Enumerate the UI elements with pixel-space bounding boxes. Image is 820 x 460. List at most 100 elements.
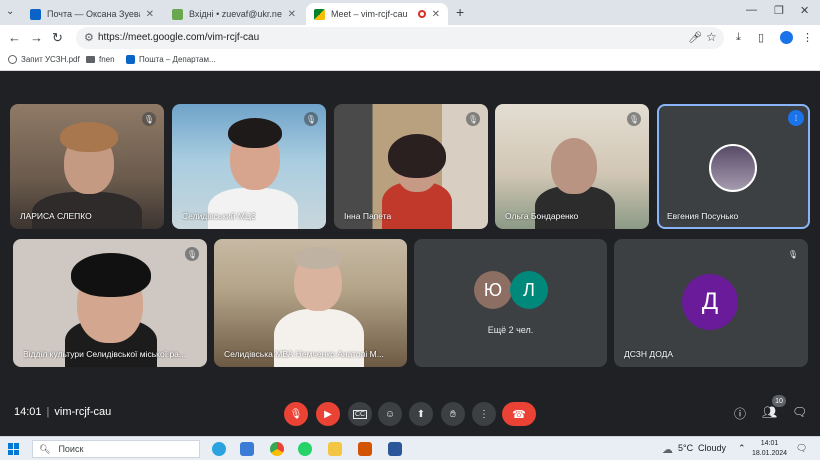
maximize-icon[interactable]: ❐ — [774, 4, 784, 17]
meeting-time: 14:01 — [14, 406, 42, 418]
back-icon[interactable]: ← — [8, 30, 21, 45]
tab-search-icon[interactable]: ⌄ — [6, 6, 14, 17]
word-icon[interactable] — [388, 442, 402, 456]
more-participants-label: Ещё 2 чел. — [487, 325, 534, 335]
mic-off-icon: 🎙︎ — [185, 247, 199, 261]
microphone-icon[interactable]: 🎤︎ — [688, 31, 702, 44]
participant-tile[interactable]: 🎙︎ Ольга Бондаренко — [495, 104, 649, 229]
menu-icon[interactable]: ⋮ — [802, 31, 813, 44]
mic-off-icon: 🎙︎ — [142, 112, 156, 126]
more-options-button[interactable]: ⋮ — [472, 402, 496, 426]
chrome-icon[interactable] — [270, 442, 284, 456]
search-placeholder: Поиск — [58, 444, 84, 454]
mic-off-icon: 🎙︎ — [466, 112, 480, 126]
more-options-icon: ⋮ — [479, 408, 489, 420]
side-panel-icon[interactable]: ▯ — [758, 31, 764, 44]
folder-icon — [86, 56, 95, 63]
globe-icon — [8, 55, 17, 64]
participant-tile-speaking[interactable]: ⁞ Евгения Посунько — [657, 104, 810, 229]
system-clock[interactable]: 14:01 18.01.2024 — [752, 439, 787, 459]
raise-hand-icon: ✋︎ — [450, 408, 456, 420]
tab-ukrnet[interactable]: Вхідні • zuevaf@ukr.net ✕ — [164, 3, 304, 25]
participant-tile[interactable]: Селидівська МВА Немченко Анатолі М... — [214, 239, 407, 367]
participant-video — [294, 247, 342, 269]
hangup-button[interactable]: ☎ — [502, 402, 536, 426]
mic-off-icon: 🎙︎ — [289, 408, 303, 420]
chat-icon[interactable]: 🗨︎ — [792, 405, 807, 419]
bookmark-folder[interactable]: fnen — [86, 55, 115, 64]
participant-name: Відділ культури Селидівської міської ра.… — [23, 349, 186, 359]
tab-strip: ⌄ Почта — Оксана Зуева — Outl ✕ Вхідні •… — [0, 0, 820, 25]
participant-video — [60, 122, 118, 152]
download-icon[interactable]: ⤓ — [736, 31, 741, 44]
mic-off-button[interactable]: 🎙︎ — [284, 402, 308, 426]
close-tab-icon[interactable]: ✕ — [432, 9, 440, 20]
meeting-info-icon[interactable]: ⓘ — [734, 405, 746, 422]
more-participants-tile[interactable]: Ю Л Ещё 2 чел. — [414, 239, 607, 367]
meeting-code: vim-rcjf-cau — [54, 406, 112, 418]
weather-desc: Cloudy — [698, 443, 727, 453]
taskbar-search[interactable]: 🔍︎ Поиск — [32, 440, 200, 458]
clock-time: 14:01 — [760, 440, 779, 447]
url-text: https://meet.google.com/vim-rcjf-cau — [98, 32, 260, 43]
reload-icon[interactable]: ↻ — [52, 30, 63, 46]
participant-tile[interactable]: 🎙︎ Селидівський МЦЗ — [172, 104, 326, 229]
outlook-icon — [126, 55, 135, 64]
participant-name: Селидівська МВА Немченко Анатолі М... — [224, 349, 384, 359]
bookmark-label: fnen — [99, 55, 115, 64]
participant-avatar: Ю — [474, 271, 512, 309]
meet-icon — [314, 8, 325, 20]
profile-avatar[interactable] — [780, 31, 793, 44]
participant-tile[interactable]: 🎙︎ Інна Папета — [334, 104, 488, 229]
camera-off-icon: ▶ — [324, 408, 332, 420]
present-icon: ⬆ — [416, 408, 426, 420]
forward-icon[interactable]: → — [30, 30, 43, 45]
captions-button[interactable]: CC — [348, 402, 372, 426]
notifications-icon[interactable]: 🗨︎ — [796, 443, 807, 454]
bookmark-item[interactable]: Пошта – Департам... — [126, 55, 216, 64]
app-icon[interactable] — [358, 442, 372, 456]
weather-temp: 5°C — [678, 443, 694, 453]
participant-name: Інна Папета — [344, 211, 392, 221]
telegram-icon[interactable] — [212, 442, 226, 456]
raise-hand-button[interactable]: ✋︎ — [441, 402, 465, 426]
site-info-icon[interactable]: ⚙ — [84, 31, 94, 44]
windows-taskbar: 🔍︎ Поиск ☁ 5°C Cloudy ⌃ 14:01 18.01.2024… — [0, 436, 820, 460]
outlook-icon — [30, 8, 41, 20]
tab-outlook[interactable]: Почта — Оксана Зуева — Outl ✕ — [22, 3, 162, 25]
ukrnet-icon — [172, 8, 183, 20]
tray-overflow-icon[interactable]: ⌃ — [738, 443, 746, 454]
participant-avatar: Л — [510, 271, 548, 309]
whatsapp-icon[interactable] — [298, 442, 312, 456]
participant-name: Селидівський МЦЗ — [182, 211, 257, 221]
participant-video — [388, 134, 446, 178]
task-view-icon[interactable] — [240, 442, 254, 456]
meet-control-bar: 14:01 | vim-rcjf-cau 🎙︎ ▶ CC ☺ ⬆ ✋︎ ⋮ ☎ ⓘ … — [0, 394, 820, 436]
people-icon[interactable]: 👥︎ — [762, 405, 777, 419]
bookmarks-bar: Запит УСЗН.pdf fnen Пошта – Департам... — [0, 51, 820, 71]
participant-tile[interactable]: Д 🎙︎ ДСЗН ДОДА — [614, 239, 808, 367]
close-window-icon[interactable]: ✕ — [800, 4, 809, 17]
participant-tile[interactable]: 🎙︎ Відділ культури Селидівської міської … — [13, 239, 207, 367]
tab-meet[interactable]: Meet – vim-rcjf-cau ✕ — [306, 3, 448, 25]
close-tab-icon[interactable]: ✕ — [288, 9, 296, 20]
new-tab-button[interactable]: + — [456, 4, 464, 20]
bookmark-item[interactable]: Запит УСЗН.pdf — [8, 55, 80, 64]
minimize-icon[interactable]: — — [746, 4, 757, 16]
bookmark-label: Пошта – Департам... — [139, 55, 216, 64]
file-explorer-icon[interactable] — [328, 442, 342, 456]
search-icon: 🔍︎ — [39, 443, 51, 454]
bookmark-star-icon[interactable]: ☆ — [706, 30, 717, 44]
participant-video — [551, 138, 597, 194]
participant-name: ЛАРИСА СЛЕПКО — [20, 211, 92, 221]
windows-start-icon[interactable] — [8, 443, 20, 455]
participant-video — [208, 188, 298, 229]
participant-video — [228, 118, 282, 148]
camera-off-button[interactable]: ▶ — [316, 402, 340, 426]
present-button[interactable]: ⬆ — [409, 402, 433, 426]
participant-tile[interactable]: 🎙︎ ЛАРИСА СЛЕПКО — [10, 104, 164, 229]
close-tab-icon[interactable]: ✕ — [146, 9, 154, 20]
meet-stage: 🎙︎ ЛАРИСА СЛЕПКО 🎙︎ Селидівський МЦЗ 🎙︎ … — [0, 71, 820, 436]
emoji-button[interactable]: ☺ — [378, 402, 402, 426]
address-bar[interactable]: ⚙ https://meet.google.com/vim-rcjf-cau 🎤… — [76, 27, 724, 49]
